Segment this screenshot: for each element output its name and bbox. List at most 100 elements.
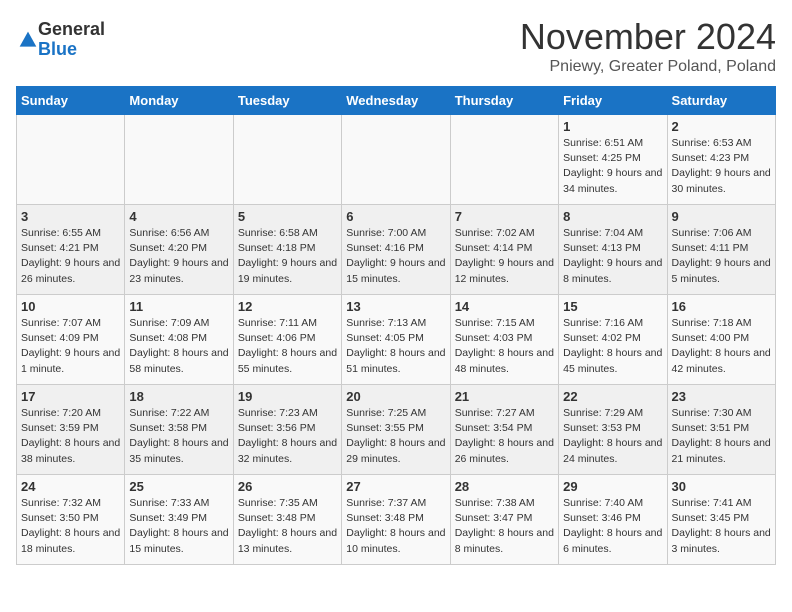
- title-area: November 2024 Pniewy, Greater Poland, Po…: [520, 16, 776, 76]
- month-title: November 2024: [520, 16, 776, 58]
- calendar-cell: 17Sunrise: 7:20 AM Sunset: 3:59 PM Dayli…: [17, 385, 125, 475]
- day-number: 10: [21, 299, 120, 314]
- day-number: 15: [563, 299, 662, 314]
- calendar-cell: 5Sunrise: 6:58 AM Sunset: 4:18 PM Daylig…: [233, 205, 341, 295]
- calendar-cell: [450, 115, 558, 205]
- calendar-cell: 23 Sunrise: 7:30 AM Sunset: 3:51 PM Dayli…: [667, 385, 775, 475]
- location-title: Pniewy, Greater Poland, Poland: [520, 58, 776, 76]
- day-info: Sunrise: 7:30 AM Sunset: 3:51 PM Dayligh…: [672, 406, 771, 467]
- calendar-cell: 2 Sunrise: 6:53 AM Sunset: 4:23 PM Daylig…: [667, 115, 775, 205]
- day-info: Sunrise: 6:53 AM Sunset: 4:23 PM Dayligh…: [672, 136, 771, 197]
- day-header-monday: Monday: [125, 87, 233, 115]
- calendar-cell: [342, 115, 450, 205]
- calendar-cell: 26 Sunrise: 7:35 AM Sunset: 3:48 PM Dayli…: [233, 475, 341, 565]
- calendar-cell: 28Sunrise: 7:38 AM Sunset: 3:47 PM Dayli…: [450, 475, 558, 565]
- day-number: 11: [129, 299, 228, 314]
- day-number: 18: [129, 389, 228, 404]
- day-info: Sunrise: 6:51 AM Sunset: 4:25 PM Dayligh…: [563, 136, 662, 197]
- logo: General Blue: [16, 20, 105, 60]
- week-row-1: 1 Sunrise: 6:51 AM Sunset: 4:25 PM Daylig…: [17, 115, 776, 205]
- day-header-sunday: Sunday: [17, 87, 125, 115]
- day-info: Sunrise: 7:33 AM Sunset: 3:49 PM Dayligh…: [129, 496, 228, 557]
- calendar-cell: 3 Sunrise: 6:55 AM Sunset: 4:21 PM Daylig…: [17, 205, 125, 295]
- day-info: Sunrise: 7:06 AM Sunset: 4:11 PM Dayligh…: [672, 226, 771, 287]
- day-header-wednesday: Wednesday: [342, 87, 450, 115]
- day-number: 20: [346, 389, 445, 404]
- day-info: Sunrise: 7:20 AM Sunset: 3:59 PM Dayligh…: [21, 406, 120, 467]
- week-row-4: 17Sunrise: 7:20 AM Sunset: 3:59 PM Dayli…: [17, 385, 776, 475]
- calendar-cell: 30Sunrise: 7:41 AM Sunset: 3:45 PM Dayli…: [667, 475, 775, 565]
- day-number: 1: [563, 119, 662, 134]
- day-number: 6: [346, 209, 445, 224]
- day-number: 21: [455, 389, 554, 404]
- day-info: Sunrise: 7:22 AM Sunset: 3:58 PM Dayligh…: [129, 406, 228, 467]
- day-info: Sunrise: 7:35 AM Sunset: 3:48 PM Dayligh…: [238, 496, 337, 557]
- day-info: Sunrise: 7:23 AM Sunset: 3:56 PM Dayligh…: [238, 406, 337, 467]
- calendar-cell: 22Sunrise: 7:29 AM Sunset: 3:53 PM Dayli…: [559, 385, 667, 475]
- day-number: 16: [672, 299, 771, 314]
- week-row-2: 3 Sunrise: 6:55 AM Sunset: 4:21 PM Daylig…: [17, 205, 776, 295]
- day-info: Sunrise: 7:41 AM Sunset: 3:45 PM Dayligh…: [672, 496, 771, 557]
- day-header-saturday: Saturday: [667, 87, 775, 115]
- day-header-friday: Friday: [559, 87, 667, 115]
- calendar-table: SundayMondayTuesdayWednesdayThursdayFrid…: [16, 86, 776, 565]
- day-info: Sunrise: 7:38 AM Sunset: 3:47 PM Dayligh…: [455, 496, 554, 557]
- day-number: 2: [672, 119, 771, 134]
- logo-blue: Blue: [38, 40, 105, 60]
- calendar-cell: 1 Sunrise: 6:51 AM Sunset: 4:25 PM Daylig…: [559, 115, 667, 205]
- day-number: 25: [129, 479, 228, 494]
- day-info: Sunrise: 6:55 AM Sunset: 4:21 PM Dayligh…: [21, 226, 120, 287]
- calendar-cell: 8Sunrise: 7:04 AM Sunset: 4:13 PM Daylig…: [559, 205, 667, 295]
- calendar-cell: 16 Sunrise: 7:18 AM Sunset: 4:00 PM Dayli…: [667, 295, 775, 385]
- day-info: Sunrise: 7:16 AM Sunset: 4:02 PM Dayligh…: [563, 316, 662, 377]
- day-number: 14: [455, 299, 554, 314]
- day-number: 26: [238, 479, 337, 494]
- calendar-cell: 12 Sunrise: 7:11 AM Sunset: 4:06 PM Dayli…: [233, 295, 341, 385]
- calendar-cell: 10 Sunrise: 7:07 AM Sunset: 4:09 PM Dayli…: [17, 295, 125, 385]
- day-number: 8: [563, 209, 662, 224]
- calendar-cell: 24 Sunrise: 7:32 AM Sunset: 3:50 PM Dayli…: [17, 475, 125, 565]
- logo-icon: [18, 30, 38, 50]
- day-info: Sunrise: 7:07 AM Sunset: 4:09 PM Dayligh…: [21, 316, 120, 377]
- calendar-cell: 11Sunrise: 7:09 AM Sunset: 4:08 PM Dayli…: [125, 295, 233, 385]
- day-number: 29: [563, 479, 662, 494]
- day-info: Sunrise: 7:18 AM Sunset: 4:00 PM Dayligh…: [672, 316, 771, 377]
- calendar-cell: 9 Sunrise: 7:06 AM Sunset: 4:11 PM Daylig…: [667, 205, 775, 295]
- day-info: Sunrise: 6:56 AM Sunset: 4:20 PM Dayligh…: [129, 226, 228, 287]
- calendar-cell: 29 Sunrise: 7:40 AM Sunset: 3:46 PM Dayli…: [559, 475, 667, 565]
- day-number: 3: [21, 209, 120, 224]
- calendar-cell: [17, 115, 125, 205]
- day-number: 5: [238, 209, 337, 224]
- day-number: 12: [238, 299, 337, 314]
- calendar-cell: 20Sunrise: 7:25 AM Sunset: 3:55 PM Dayli…: [342, 385, 450, 475]
- day-header-thursday: Thursday: [450, 87, 558, 115]
- day-number: 24: [21, 479, 120, 494]
- calendar-header-row: SundayMondayTuesdayWednesdayThursdayFrid…: [17, 87, 776, 115]
- day-header-tuesday: Tuesday: [233, 87, 341, 115]
- day-info: Sunrise: 7:11 AM Sunset: 4:06 PM Dayligh…: [238, 316, 337, 377]
- day-number: 9: [672, 209, 771, 224]
- calendar-cell: 6 Sunrise: 7:00 AM Sunset: 4:16 PM Daylig…: [342, 205, 450, 295]
- week-row-3: 10 Sunrise: 7:07 AM Sunset: 4:09 PM Dayli…: [17, 295, 776, 385]
- day-number: 19: [238, 389, 337, 404]
- header: General Blue November 2024 Pniewy, Great…: [16, 16, 776, 76]
- calendar-cell: [233, 115, 341, 205]
- day-info: Sunrise: 7:27 AM Sunset: 3:54 PM Dayligh…: [455, 406, 554, 467]
- day-info: Sunrise: 7:32 AM Sunset: 3:50 PM Dayligh…: [21, 496, 120, 557]
- day-info: Sunrise: 7:00 AM Sunset: 4:16 PM Dayligh…: [346, 226, 445, 287]
- logo-general: General: [38, 20, 105, 40]
- calendar-cell: 27Sunrise: 7:37 AM Sunset: 3:48 PM Dayli…: [342, 475, 450, 565]
- day-info: Sunrise: 7:15 AM Sunset: 4:03 PM Dayligh…: [455, 316, 554, 377]
- day-info: Sunrise: 7:40 AM Sunset: 3:46 PM Dayligh…: [563, 496, 662, 557]
- day-number: 7: [455, 209, 554, 224]
- calendar-cell: 7Sunrise: 7:02 AM Sunset: 4:14 PM Daylig…: [450, 205, 558, 295]
- day-info: Sunrise: 7:29 AM Sunset: 3:53 PM Dayligh…: [563, 406, 662, 467]
- week-row-5: 24 Sunrise: 7:32 AM Sunset: 3:50 PM Dayli…: [17, 475, 776, 565]
- day-number: 23: [672, 389, 771, 404]
- calendar-cell: 13Sunrise: 7:13 AM Sunset: 4:05 PM Dayli…: [342, 295, 450, 385]
- day-number: 4: [129, 209, 228, 224]
- calendar-cell: 15 Sunrise: 7:16 AM Sunset: 4:02 PM Dayli…: [559, 295, 667, 385]
- day-info: Sunrise: 7:13 AM Sunset: 4:05 PM Dayligh…: [346, 316, 445, 377]
- logo-text: General Blue: [38, 20, 105, 60]
- calendar-cell: [125, 115, 233, 205]
